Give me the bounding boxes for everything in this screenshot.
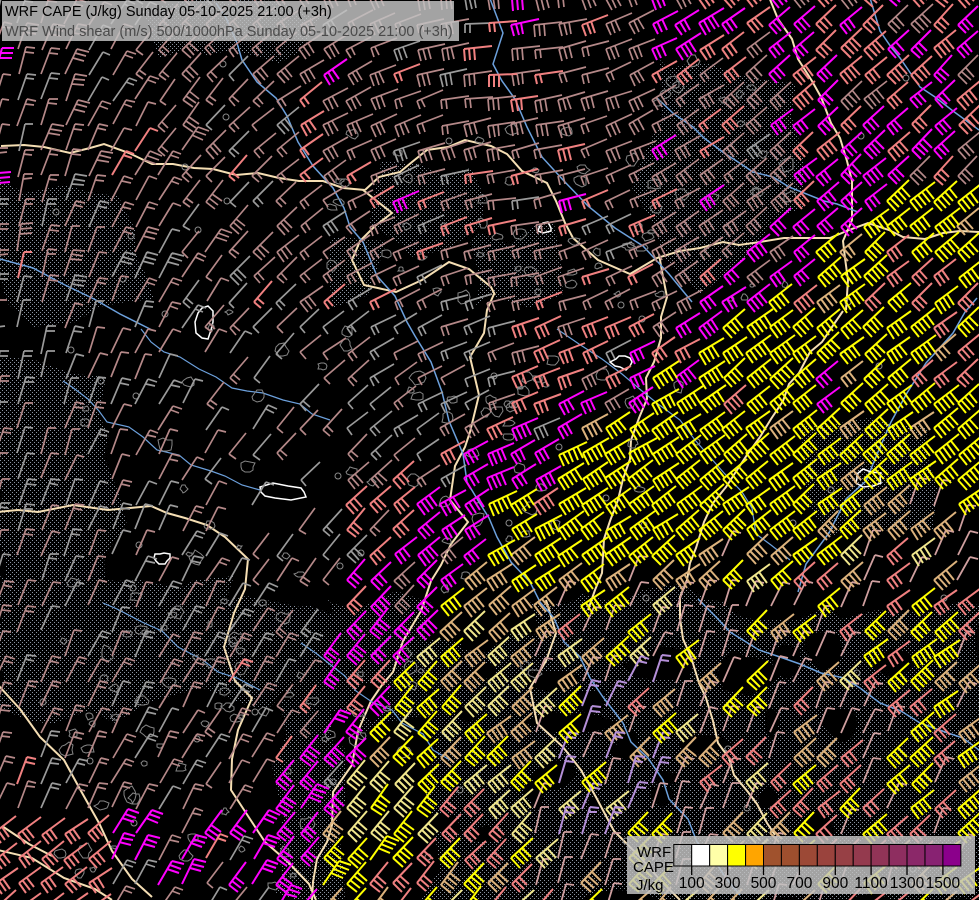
- svg-text:100: 100: [679, 875, 705, 892]
- svg-text:WRF CAPE (J/kg) Sunday 05-10-2: WRF CAPE (J/kg) Sunday 05-10-2025 21:00 …: [5, 4, 332, 20]
- svg-text:1100: 1100: [854, 875, 888, 892]
- svg-text:900: 900: [822, 875, 848, 892]
- svg-text:J/kg: J/kg: [636, 877, 664, 894]
- svg-text:700: 700: [786, 875, 812, 892]
- svg-text:1500: 1500: [926, 875, 961, 892]
- svg-text:1300: 1300: [890, 875, 925, 892]
- svg-text:CAPE: CAPE: [633, 859, 674, 876]
- svg-text:500: 500: [751, 875, 777, 892]
- svg-text:300: 300: [715, 875, 741, 892]
- svg-text:WRF Wind shear (m/s) 500/1000h: WRF Wind shear (m/s) 500/1000hPa Sunday …: [5, 24, 453, 40]
